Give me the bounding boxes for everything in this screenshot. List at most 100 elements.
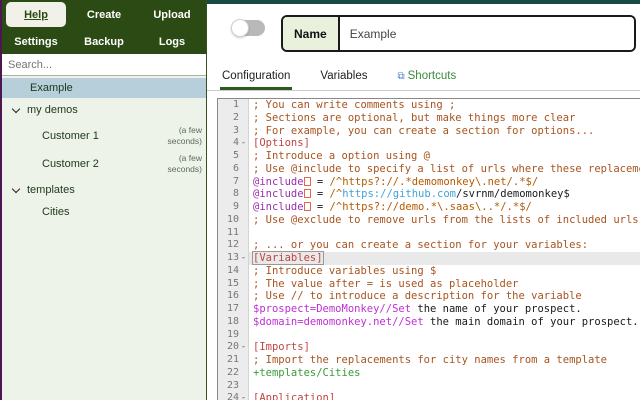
code-line-6[interactable]: ; Use @include to specify a list of urls… [249,163,640,176]
code-line-14[interactable]: ; Introduce variables using $ [249,265,640,278]
tab-shortcuts[interactable]: ⧉ Shortcuts [396,70,459,90]
tree-group-templates[interactable]: templates [2,178,206,202]
code-line-23[interactable] [249,380,640,393]
line-number: 1 [232,99,239,110]
token-re: /^https?://.*demomonkey\.net/.*$/ [329,175,539,188]
token-re: /^ [329,188,343,201]
fold-marker-icon[interactable]: - [239,341,248,354]
code-line-1[interactable]: ; You can write comments using ; [249,99,640,112]
code-line-15[interactable]: ; The value after = is used as placehold… [249,278,640,291]
tree-item-Customer-1[interactable]: Customer 1 (a few seconds) [2,122,206,150]
fold-marker-empty [239,329,248,342]
tab-shortcuts-label: Shortcuts [407,70,457,82]
code-line-10[interactable]: ; Use @exclude to remove urls from the l… [249,214,640,227]
menu-item-logs[interactable]: Logs [138,29,206,54]
menu-item-create[interactable]: Create [70,0,138,29]
name-field-group: Name [281,15,636,52]
token-cm: ; Use @include to specify a list of urls… [253,162,640,175]
code-line-12[interactable]: ; ... or you can create a section for yo… [249,239,640,252]
code-line-4[interactable]: [Options] [249,137,640,150]
sidebar: HelpCreateUpload SettingsBackupLogs Examp… [0,0,207,400]
line-number: 23 [226,379,239,391]
tree-item-label: Cities [42,206,70,218]
fold-marker-empty [239,278,248,291]
code-line-19[interactable] [249,329,640,342]
gutter-row: 8 [218,188,248,201]
code-line-20[interactable]: [Imports] [249,341,640,354]
code-line-21[interactable]: ; Import the replacements for city names… [249,354,640,367]
line-number: 17 [226,303,239,314]
tree-item-label: my demos [27,104,78,116]
gutter-row: 2 [218,112,248,125]
tree-item-label: Customer 1 [42,130,99,142]
fold-marker-icon[interactable]: - [239,137,248,150]
code-line-13[interactable]: [Variables] [249,251,640,265]
code-line-7[interactable]: @include = /^https?://.*demomonkey\.net/… [249,176,640,189]
code-line-18[interactable]: $domain=demomonkey.net//Set the main dom… [249,316,640,329]
menu-item-settings[interactable]: Settings [2,29,70,54]
line-number: 15 [226,277,239,289]
name-input[interactable] [339,17,634,50]
line-number: 3 [232,124,239,136]
token-sec: [Options] [253,137,310,150]
gutter-row: 15 [218,278,248,291]
tab-configuration[interactable]: Configuration [220,70,293,90]
tab-variables[interactable]: Variables [318,70,369,90]
fold-marker-empty [239,354,248,367]
token-pl: the main domain of your prospect. [423,315,639,328]
token-pl: = [310,201,330,213]
token-kw: @include [253,201,304,213]
line-number: 16 [226,290,239,302]
code-editor[interactable]: 1 2 3 4-5 6 7 8 9 10 11 12 13-14 15 16 17 18 19 20-21 22 23… [217,98,640,400]
line-number: 21 [226,354,239,365]
code-line-11[interactable] [249,227,640,240]
empty-brackets-icon [303,189,311,199]
line-number: 20 [226,341,239,353]
menu-item-help[interactable]: Help [6,2,66,27]
fold-marker-empty [239,227,248,240]
code-line-2[interactable]: ; Sections are optional, but make things… [249,112,640,125]
toggle-knob [231,19,249,37]
editor-code-area[interactable]: ; You can write comments using ;; Sectio… [249,99,640,400]
line-number: 19 [226,328,239,340]
code-line-9[interactable]: @include = /^https?://demo.*\.saas\..*/.… [249,201,640,214]
gutter-row: 16 [218,290,248,303]
tree-item-Cities[interactable]: Cities [2,202,206,222]
fold-marker-icon[interactable]: - [239,392,248,400]
last-modified-timestamp: (a few seconds) [167,153,203,174]
enable-toggle[interactable] [231,19,265,37]
token-cm: ; Sections are optional, but make things… [253,111,576,124]
token-imp: +templates/Cities [253,366,361,379]
token-sec: [Imports] [253,341,310,354]
token-cm: ; Use // to introduce a description for … [253,290,582,303]
code-line-3[interactable]: ; For example, you can create a section … [249,125,640,138]
gutter-row: 21 [218,354,248,367]
gutter-row: 10 [218,214,248,227]
token-cm: ; You can write comments using ; [253,99,456,111]
code-line-16[interactable]: ; Use // to introduce a description for … [249,290,640,303]
tree-group-my-demos[interactable]: my demos [2,98,206,122]
fold-marker-empty [239,201,248,214]
code-line-24[interactable]: [Application] [249,392,640,400]
line-number: 22 [226,366,239,378]
token-cm: ; ... or you can create a section for yo… [253,239,589,252]
tab-bar: Configuration Variables ⧉ Shortcuts [207,62,640,91]
line-number: 11 [226,226,239,238]
menu-item-upload[interactable]: Upload [138,0,206,29]
token-var: $prospect=DemoMonkey//Set [253,303,412,315]
tree-item-Example[interactable]: Example [2,78,206,98]
line-number: 2 [232,111,239,123]
fold-marker-icon[interactable]: - [239,252,248,265]
code-line-5[interactable]: ; Introduce a option using @ [249,150,640,163]
code-line-17[interactable]: $prospect=DemoMonkey//Set the name of yo… [249,303,640,316]
tree-item-Customer-2[interactable]: Customer 2 (a few seconds) [2,150,206,178]
token-var: $domain=demomonkey.net//Set [253,315,424,328]
code-line-22[interactable]: +templates/Cities [249,367,640,380]
menu-item-backup[interactable]: Backup [70,29,138,54]
fold-marker-empty [239,380,248,393]
main-panel: Name Configuration Variables ⧉Shortcuts … [207,0,640,400]
token-ln: https://github.com [342,188,456,201]
fold-marker-empty [239,176,248,189]
code-line-8[interactable]: @include = /^https://github.com/svrnm/de… [249,188,640,201]
search-input[interactable] [2,54,206,76]
